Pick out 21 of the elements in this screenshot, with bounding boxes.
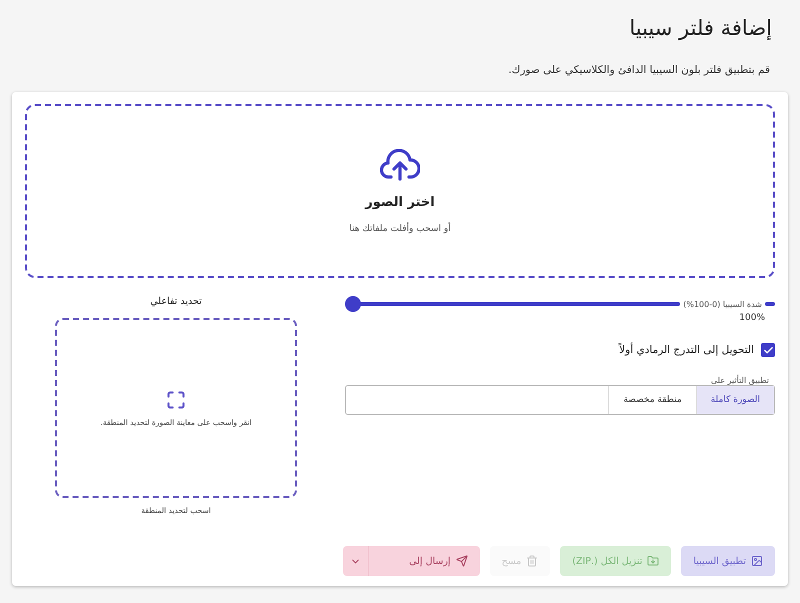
cloud-upload-icon xyxy=(380,148,420,180)
dropzone-title: اختر الصور xyxy=(365,194,435,210)
folder-download-icon xyxy=(647,555,660,567)
slider-value: 100% xyxy=(738,313,765,323)
slider-label: شدة السيبيا (0-100%) xyxy=(683,300,762,308)
trash-icon xyxy=(526,555,538,567)
page-description: قم بتطبيق فلتر بلون السيبيا الدافئ والكلاسيكي على صورك. xyxy=(507,64,770,76)
selection-title: تحديد تفاعلي xyxy=(150,296,202,307)
intensity-slider[interactable] xyxy=(345,296,680,312)
crop-frame-icon xyxy=(166,390,186,410)
grayscale-checkbox[interactable] xyxy=(761,343,775,357)
slider-thumb[interactable] xyxy=(345,296,361,312)
dropzone-hint: أو اسحب وأفلت ملفاتك هنا xyxy=(349,224,451,234)
send-icon xyxy=(456,555,468,567)
page-title: إضافة فلتر سيبيا xyxy=(628,15,772,42)
upload-dropzone[interactable]: اختر الصور أو اسحب وأفلت ملفاتك هنا xyxy=(25,104,775,278)
image-icon xyxy=(751,555,763,567)
check-icon xyxy=(762,344,774,356)
checkbox-label: التحويل إلى التدرج الرمادي أولاً xyxy=(619,344,754,356)
toggle-option[interactable]: الصورة كاملة xyxy=(696,386,774,414)
slider-track-end xyxy=(765,302,775,306)
